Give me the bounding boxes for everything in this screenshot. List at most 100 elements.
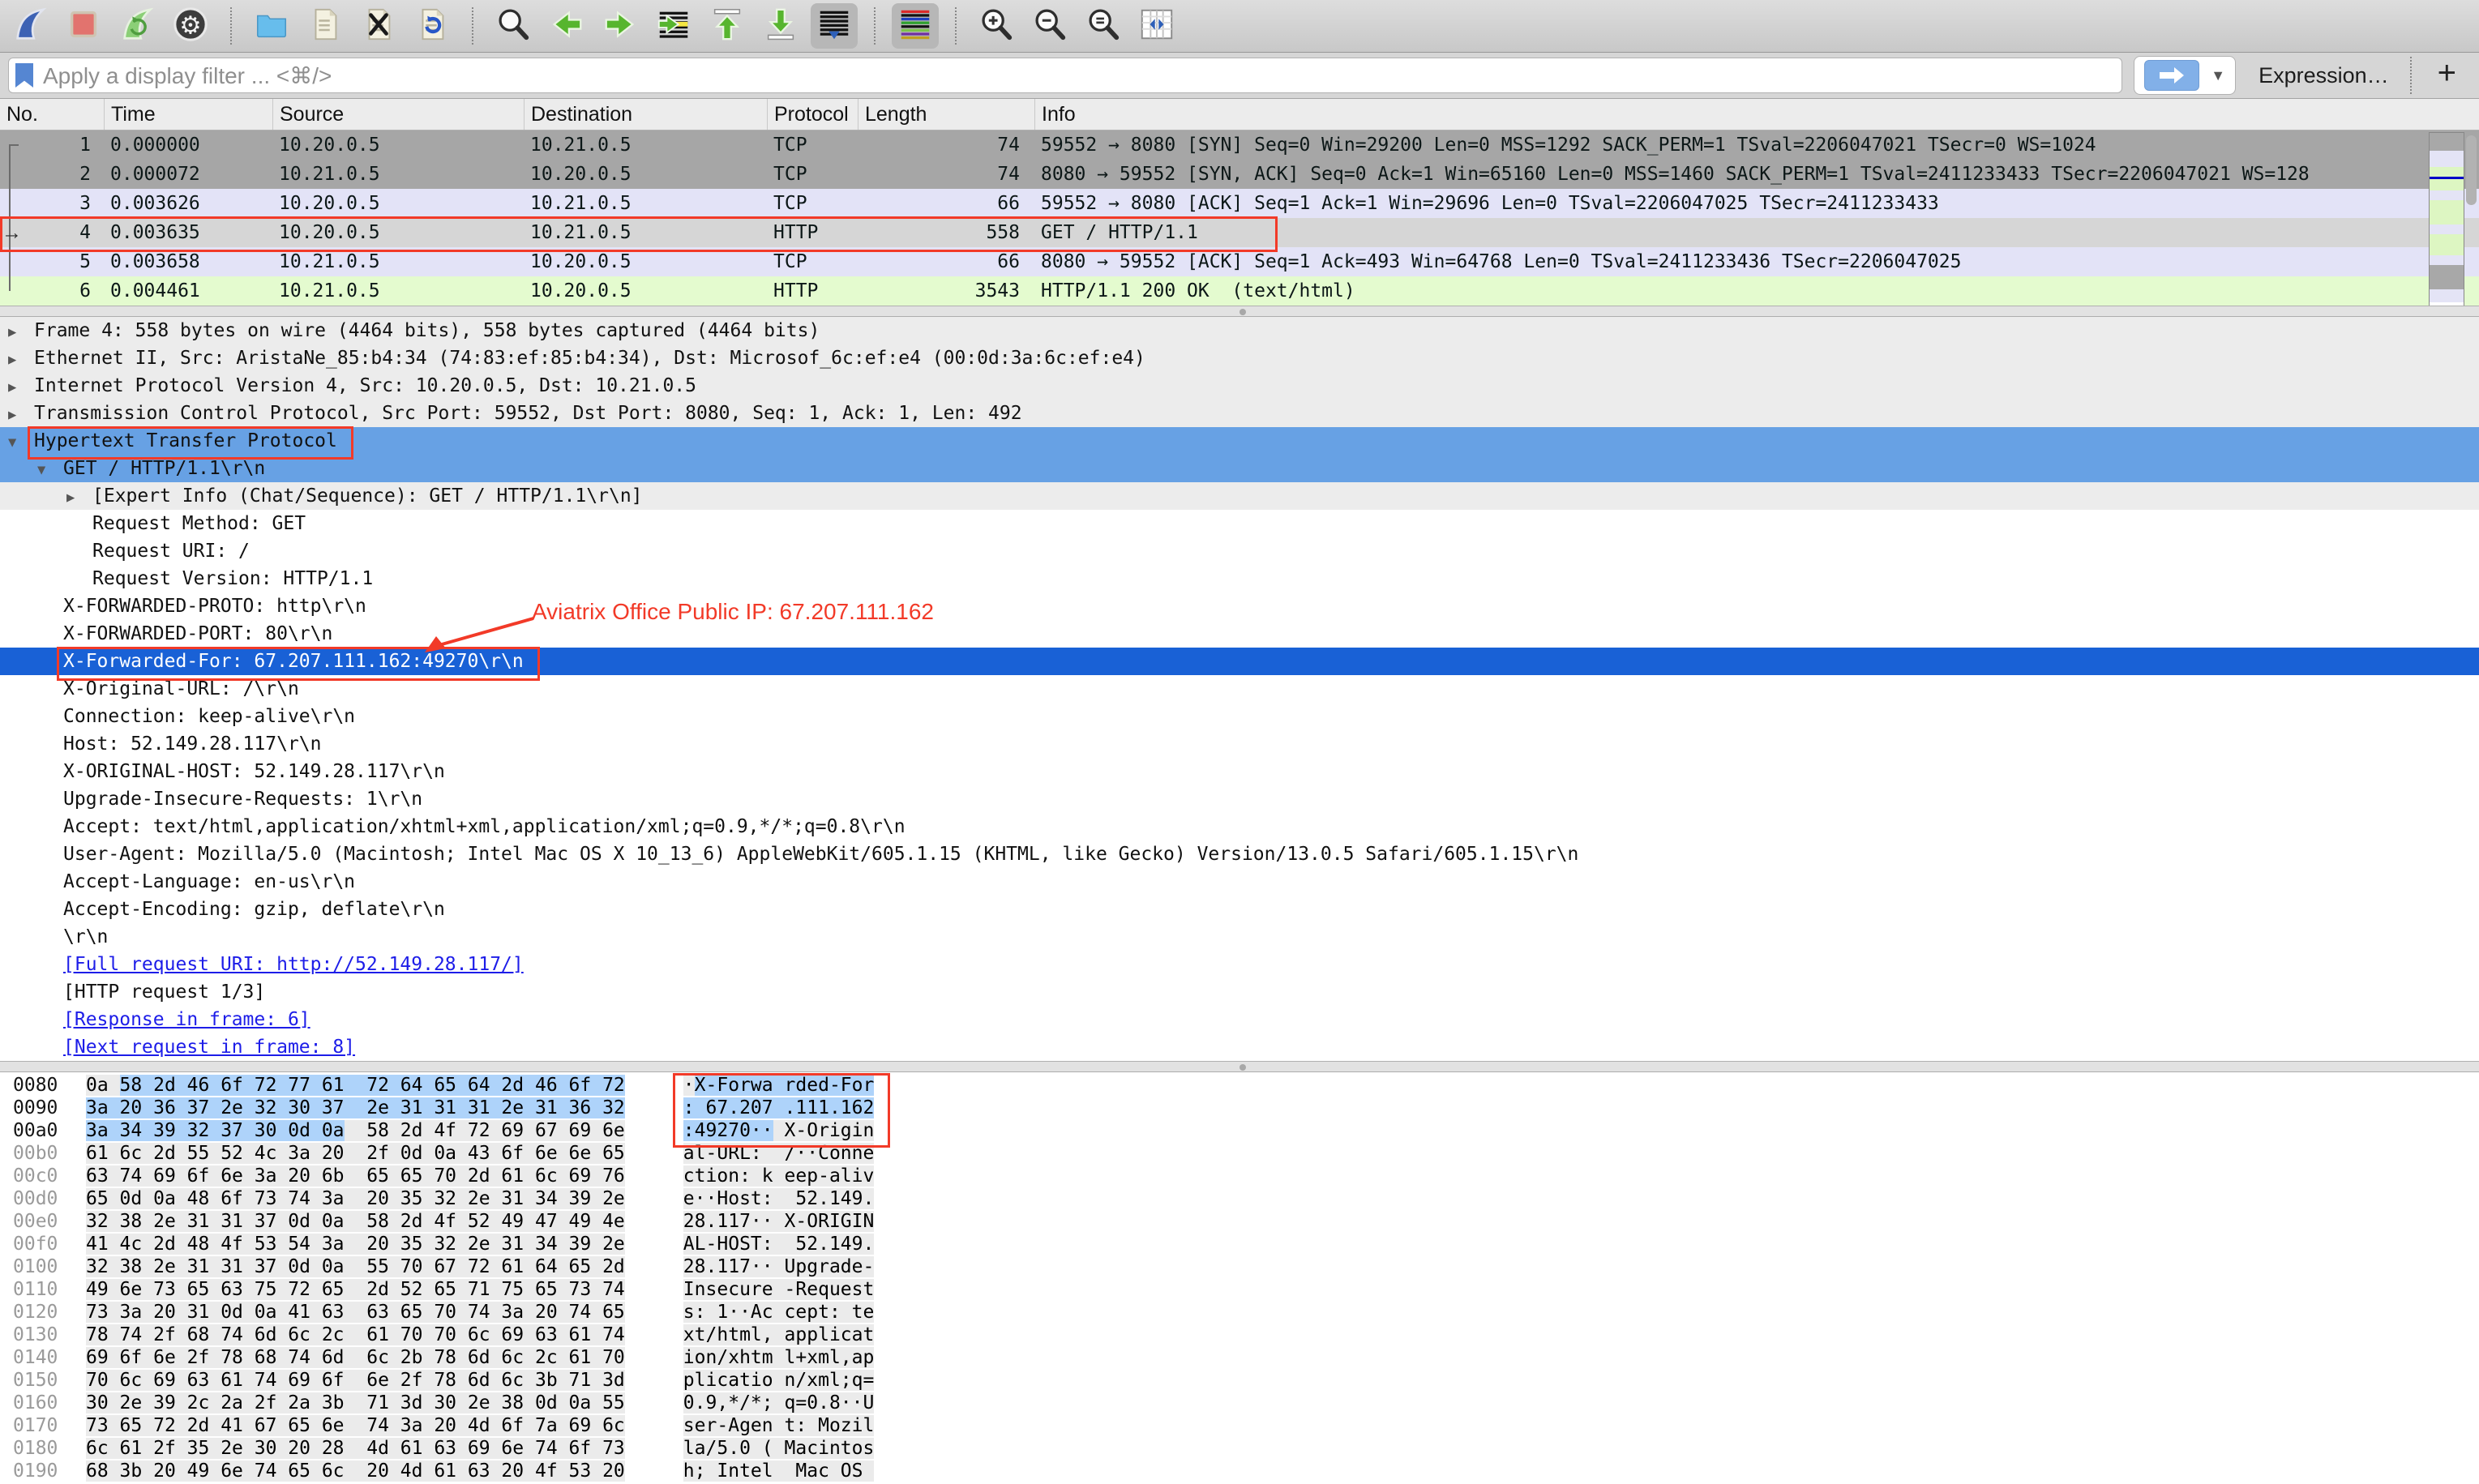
hex-byte[interactable]: 2e xyxy=(153,1256,187,1277)
ascii-char[interactable]: + xyxy=(795,1347,807,1368)
hex-byte[interactable]: 65 xyxy=(434,1279,468,1300)
hex-byte[interactable]: 69 xyxy=(568,1415,603,1436)
hex-byte[interactable]: 3a xyxy=(119,1302,154,1323)
hex-byte[interactable]: 72 xyxy=(288,1279,322,1300)
hex-byte[interactable]: 61 xyxy=(86,1143,120,1164)
ascii-char[interactable]: 1 xyxy=(828,1234,841,1255)
ascii-char[interactable]: h xyxy=(717,1324,729,1345)
hex-byte[interactable]: 78 xyxy=(434,1347,468,1368)
hex-byte[interactable]: 2d xyxy=(400,1120,435,1141)
hex-byte[interactable]: 69 xyxy=(467,1438,502,1459)
ascii-char[interactable]: · xyxy=(728,1302,740,1323)
wireshark-start-capture-button[interactable] xyxy=(6,3,54,49)
hex-byte[interactable]: 6e xyxy=(534,1143,569,1164)
ascii-char[interactable]: o xyxy=(851,1075,863,1096)
ascii-char[interactable]: c xyxy=(818,1460,829,1482)
ascii-char[interactable]: s xyxy=(863,1438,875,1459)
hex-byte[interactable]: 20 xyxy=(119,1097,154,1118)
hex-byte[interactable]: 31 xyxy=(501,1188,535,1209)
detail-row[interactable]: ▶ Frame 4: 558 bytes on wire (4464 bits),… xyxy=(0,317,2479,344)
hex-byte[interactable]: 69 xyxy=(501,1324,535,1345)
hex-byte[interactable]: 32 xyxy=(86,1211,120,1232)
hex-byte[interactable]: 63 xyxy=(220,1279,255,1300)
ascii-char[interactable]: : xyxy=(750,1143,762,1164)
ascii-char[interactable]: i xyxy=(851,1120,863,1141)
ascii-char[interactable]: · xyxy=(750,1256,762,1277)
ascii-char[interactable]: · xyxy=(851,1392,863,1413)
hex-byte[interactable]: 78 xyxy=(434,1370,468,1391)
packet-row[interactable]: 4 0.003635 10.20.0.5 10.21.0.5 HTTP 558 GET / … xyxy=(0,218,2479,247)
ascii-char[interactable]: 2 xyxy=(807,1188,819,1209)
ascii-char[interactable]: e xyxy=(807,1279,819,1300)
ascii-char[interactable]: 6 xyxy=(705,1097,717,1118)
save-capture-file-button[interactable] xyxy=(302,3,349,49)
hex-byte[interactable]: 6c xyxy=(534,1165,569,1187)
ascii-char[interactable]: a xyxy=(694,1438,706,1459)
ascii-char[interactable]: = xyxy=(795,1392,807,1413)
ascii-char[interactable]: x xyxy=(728,1347,740,1368)
hex-byte[interactable]: 4d xyxy=(366,1438,400,1459)
ascii-char[interactable]: / xyxy=(705,1324,717,1345)
hex-byte[interactable]: 78 xyxy=(86,1324,120,1345)
hex-byte[interactable]: 2e xyxy=(602,1188,625,1209)
ascii-char[interactable]: 2 xyxy=(739,1097,751,1118)
hex-byte[interactable]: 31 xyxy=(400,1097,435,1118)
open-capture-file-button[interactable] xyxy=(248,3,295,49)
ascii-char[interactable]: e xyxy=(750,1415,762,1436)
ascii-char[interactable]: a xyxy=(728,1370,740,1391)
hex-byte[interactable]: 68 xyxy=(186,1324,221,1345)
close-capture-file-button[interactable] xyxy=(355,3,402,49)
hex-byte[interactable]: 20 xyxy=(366,1460,400,1482)
hex-byte[interactable]: 28 xyxy=(321,1438,345,1459)
hex-byte[interactable]: 20 xyxy=(366,1188,400,1209)
hex-byte[interactable]: 74 xyxy=(534,1438,569,1459)
ascii-char[interactable]: , xyxy=(761,1324,773,1345)
ascii-char[interactable]: · xyxy=(750,1211,762,1232)
ascii-char[interactable]: = xyxy=(863,1370,875,1391)
ascii-char[interactable]: t xyxy=(694,1324,706,1345)
ascii-char[interactable]: a xyxy=(828,1256,841,1277)
ascii-char[interactable]: a xyxy=(851,1324,863,1345)
ascii-char[interactable]: 4 xyxy=(840,1188,852,1209)
hex-byte[interactable]: 31 xyxy=(220,1211,255,1232)
ascii-char[interactable]: . xyxy=(784,1097,796,1118)
go-forward-button[interactable] xyxy=(597,3,644,49)
detail-row[interactable]: X-FORWARDED-PROTO: http\r\n xyxy=(0,592,2479,620)
ascii-char[interactable]: H xyxy=(717,1188,729,1209)
ascii-char[interactable]: u xyxy=(828,1279,841,1300)
ascii-char[interactable]: R xyxy=(795,1279,807,1300)
ascii-char[interactable]: 4 xyxy=(840,1234,852,1255)
hex-byte[interactable]: 70 xyxy=(434,1324,468,1345)
ascii-char[interactable]: 9 xyxy=(705,1120,717,1141)
hex-byte[interactable]: 68 xyxy=(86,1460,120,1482)
ascii-char[interactable]: 1 xyxy=(807,1097,819,1118)
hex-byte[interactable]: 63 xyxy=(86,1165,120,1187)
ascii-char[interactable]: : xyxy=(761,1188,773,1209)
hex-byte[interactable]: 53 xyxy=(254,1234,289,1255)
hex-byte[interactable]: 6c xyxy=(501,1370,535,1391)
ascii-char[interactable]: t xyxy=(750,1188,762,1209)
hex-byte[interactable]: 0d xyxy=(119,1188,154,1209)
hex-byte[interactable]: 2e xyxy=(467,1392,502,1413)
hex-byte[interactable]: 68 xyxy=(254,1347,289,1368)
ascii-char[interactable]: e xyxy=(795,1165,807,1187)
ascii-char[interactable]: g xyxy=(739,1415,751,1436)
hex-byte[interactable]: 52 xyxy=(220,1143,255,1164)
detail-row[interactable]: [Next request in frame: 8] xyxy=(0,1033,2479,1061)
ascii-char[interactable]: r xyxy=(705,1415,717,1436)
hex-byte[interactable]: 61 xyxy=(321,1075,345,1096)
ascii-char[interactable]: 7 xyxy=(739,1256,751,1277)
hex-byte[interactable]: 0a xyxy=(321,1211,345,1232)
ascii-char[interactable]: A xyxy=(728,1415,740,1436)
hex-byte[interactable]: 2d xyxy=(602,1256,625,1277)
ascii-char[interactable]: e xyxy=(807,1075,819,1096)
hex-byte[interactable]: 55 xyxy=(602,1392,625,1413)
ascii-char[interactable]: x xyxy=(807,1370,819,1391)
hex-byte[interactable]: 6f xyxy=(568,1438,603,1459)
hex-byte[interactable]: 37 xyxy=(220,1120,255,1141)
hex-byte[interactable]: 6d xyxy=(467,1370,502,1391)
hex-byte[interactable]: 32 xyxy=(186,1120,221,1141)
hex-byte[interactable]: 3a xyxy=(321,1188,345,1209)
detail-row[interactable]: User-Agent: Mozilla/5.0 (Macintosh; Inte… xyxy=(0,840,2479,868)
go-to-packet-button[interactable] xyxy=(650,3,697,49)
